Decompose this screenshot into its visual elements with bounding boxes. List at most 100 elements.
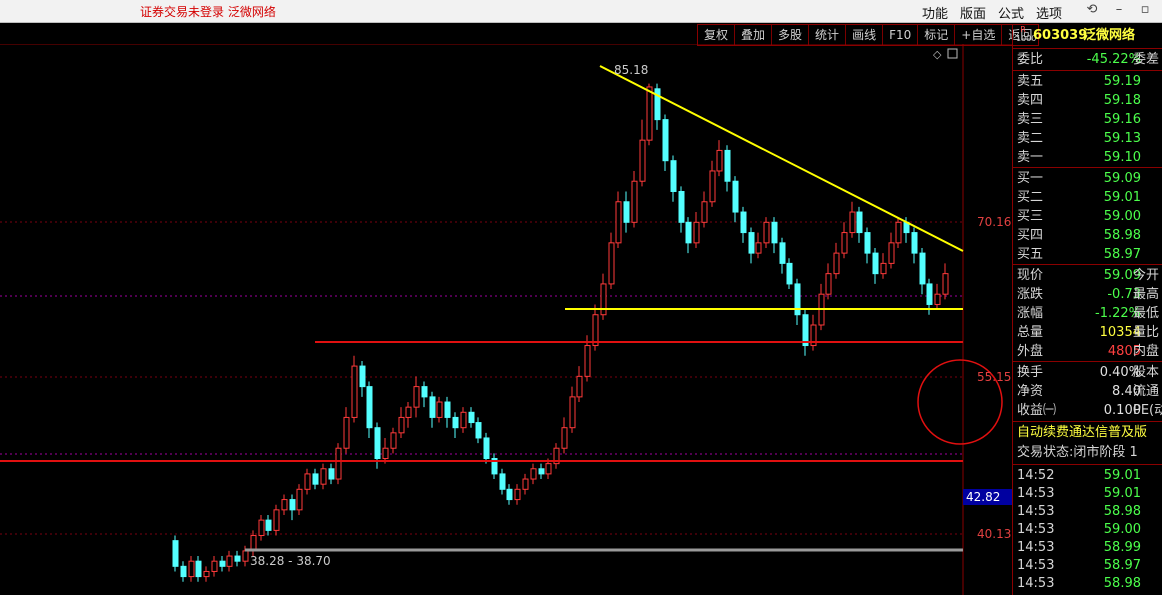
refresh-icon[interactable]: ⟲	[1085, 3, 1099, 17]
candle-body	[942, 273, 949, 295]
fund-row: 净资 8.40 流通	[1017, 384, 1160, 399]
candle-body	[639, 139, 646, 182]
candle-body	[320, 468, 327, 485]
fund-row: 收益㈠ 0.100 PE(动	[1017, 403, 1162, 418]
divider	[1013, 361, 1162, 362]
minimize-icon[interactable]: –	[1112, 3, 1126, 17]
candle-body	[716, 149, 723, 172]
candle-body	[561, 427, 568, 449]
menu-layout[interactable]: 版面	[960, 7, 986, 22]
candle-body	[794, 283, 801, 316]
candles-group	[172, 83, 949, 582]
ticker-message[interactable]: 自动续费通达信普及版	[1013, 423, 1162, 442]
candle-body	[584, 345, 591, 377]
login-status: 证券交易未登录 泛微网络	[140, 5, 276, 19]
candle-body	[615, 201, 622, 244]
candle-body	[911, 232, 918, 254]
tick-row: 14:52 59.01	[1017, 468, 1141, 483]
candle-body	[872, 252, 879, 275]
candle-body	[538, 468, 545, 475]
candle-body	[522, 478, 529, 490]
tick-row: 14:53 58.98	[1017, 576, 1141, 591]
candle-body	[779, 242, 786, 264]
candle-body	[499, 473, 506, 490]
tool-draw[interactable]: 画线	[846, 25, 884, 45]
y-tick-55-15: 55.15	[977, 370, 1011, 384]
candle-body	[701, 201, 708, 223]
candle-body	[390, 432, 397, 449]
menu-formula[interactable]: 公式	[998, 7, 1024, 22]
candle-body	[709, 170, 716, 203]
candle-body	[514, 488, 521, 501]
candle-body	[429, 396, 436, 418]
tool-adjust[interactable]: 复权	[698, 25, 736, 45]
candle-body	[172, 540, 179, 567]
resistance-trendline[interactable]	[599, 65, 964, 252]
y-tick-40-13: 40.13	[977, 527, 1011, 541]
candle-body	[374, 427, 381, 460]
candle-body	[771, 221, 778, 244]
candle-body	[748, 232, 755, 254]
candle-body	[211, 560, 218, 572]
restore-icon[interactable]: ▫	[1138, 3, 1152, 17]
candle-body	[180, 565, 187, 578]
candle-body	[763, 221, 770, 244]
divider	[1013, 167, 1162, 168]
candle-body	[724, 149, 731, 182]
candle-body	[273, 509, 280, 531]
tool-overlay[interactable]: 叠加	[735, 25, 773, 45]
candle-body	[382, 447, 389, 460]
window-toggle-icon[interactable]	[947, 48, 958, 59]
stock-code: 603039	[1033, 28, 1088, 43]
tick-row: 14:53 59.01	[1017, 486, 1141, 501]
candle-body	[312, 473, 319, 485]
tool-stats[interactable]: 统计	[809, 25, 847, 45]
divider	[1013, 464, 1162, 465]
ask-row: 卖二 59.13	[1017, 131, 1141, 146]
candle-body	[934, 293, 941, 305]
high-price-label: 85.18	[614, 63, 648, 77]
candle-body	[335, 447, 342, 480]
bid-row: 买四 58.98	[1017, 228, 1141, 243]
stock-header: R 1000 603039 泛微网络	[1013, 24, 1162, 46]
candle-body	[693, 221, 700, 244]
y-tick-42-82: 42.82	[966, 490, 1000, 504]
y-tick-70-16: 70.16	[977, 215, 1011, 229]
candle-body	[452, 416, 459, 429]
candle-body	[226, 555, 233, 567]
candlestick-chart[interactable]: 85.18 38.28 - 38.70 ◇ 70.16 55.15 42.82 …	[0, 44, 1012, 595]
bid-row: 买一 59.09	[1017, 171, 1141, 186]
candle-body	[343, 416, 350, 449]
stock-badge: R 1000	[1016, 25, 1037, 43]
ask-row: 卖四 59.18	[1017, 93, 1141, 108]
quote-row: 总量 10354 量比	[1017, 325, 1160, 340]
candle-body	[755, 242, 762, 254]
tool-multi[interactable]: 多股	[772, 25, 810, 45]
weibi-row: 委比 -45.22% 委差	[1017, 52, 1160, 67]
candle-body	[460, 411, 467, 429]
divider	[1013, 421, 1162, 422]
ask-row: 卖三 59.16	[1017, 112, 1141, 127]
ask-row: 卖一 59.10	[1017, 150, 1141, 165]
diamond-icon[interactable]: ◇	[933, 48, 942, 61]
menu-function[interactable]: 功能	[922, 7, 948, 22]
candle-body	[483, 437, 490, 460]
candle-body	[919, 252, 926, 285]
candle-body	[188, 560, 195, 578]
menu-options[interactable]: 选项	[1036, 7, 1062, 22]
fund-row: 换手 0.40% 股本	[1017, 365, 1160, 380]
top-menu-bar: 证券交易未登录 泛微网络 功能 版面 公式 选项 ⟲ – ▫	[0, 0, 1162, 23]
candle-body	[328, 468, 335, 480]
candle-body	[732, 180, 739, 213]
candle-body	[888, 242, 895, 264]
candle-body	[576, 375, 583, 398]
divider	[1013, 264, 1162, 265]
candle-body	[685, 221, 692, 244]
quote-panel: R 1000 603039 泛微网络 委比 -45.22% 委差 自动续费通达信普…	[1012, 24, 1162, 595]
ask-row: 卖五 59.19	[1017, 74, 1141, 89]
quote-row: 涨幅 -1.22% 最低	[1017, 306, 1160, 321]
tool-mark[interactable]: 标记	[918, 25, 956, 45]
tool-add-watch[interactable]: +自选	[955, 25, 1003, 45]
bid-row: 买五 58.97	[1017, 247, 1141, 262]
tool-f10[interactable]: F10	[883, 25, 919, 45]
